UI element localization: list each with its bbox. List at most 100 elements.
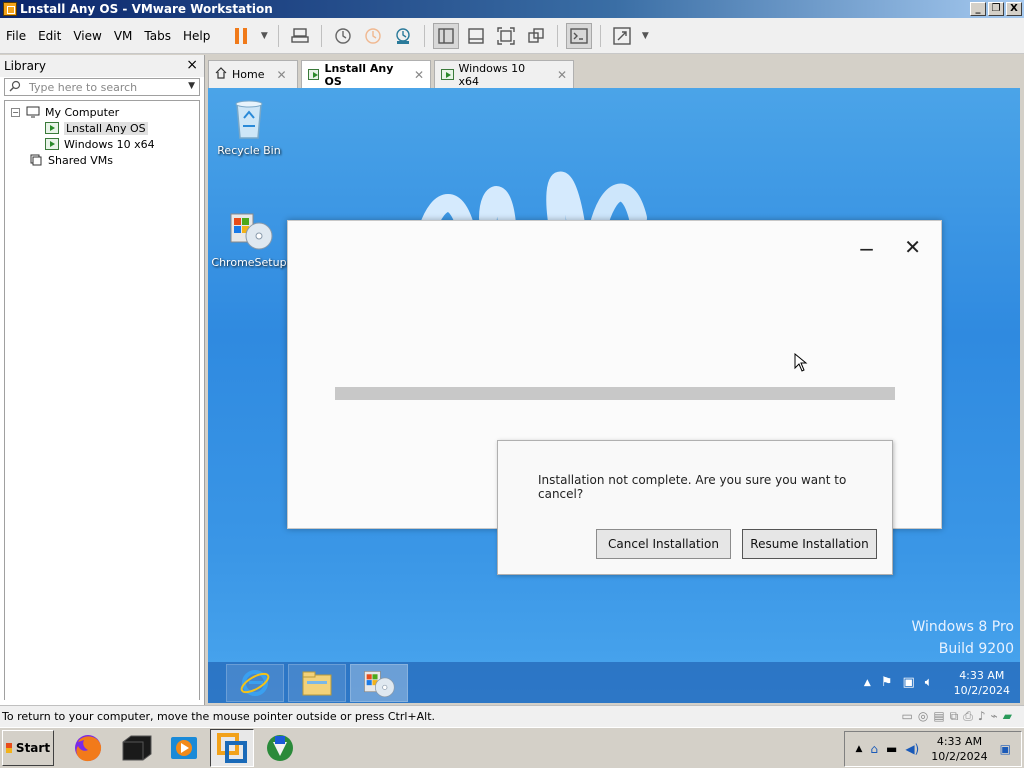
desktop-icon-chrome-setup[interactable]: ChromeSetup (209, 208, 289, 269)
host-taskbar: Start ▲ ⌂ ▬ ◀) 4:33 AM 10/2/2024 ▣ (0, 727, 1024, 768)
status-text: To return to your computer, move the mou… (2, 710, 436, 723)
console-view-icon[interactable] (566, 22, 593, 49)
tab-home[interactable]: Home ✕ (208, 60, 298, 88)
chevron-down-icon[interactable]: ▼ (639, 23, 651, 49)
volume-icon[interactable]: ◀) (905, 742, 919, 756)
usb-icon[interactable]: ⌁ (991, 709, 998, 724)
unity-icon[interactable] (523, 23, 549, 49)
start-label: Start (15, 741, 51, 755)
menu-vm[interactable]: VM (108, 29, 139, 43)
watermark-build: Build 9200 (938, 641, 1014, 657)
computer-icon (26, 106, 40, 118)
window-controls: _ ❐ X (970, 2, 1022, 16)
guest-date: 10/2/2024 (953, 683, 1010, 697)
installer-window: − ✕ Installation not complete. Are you s… (287, 220, 942, 575)
tree-label: Lnstall Any OS (64, 121, 148, 135)
thumbnail-bar-icon[interactable] (463, 23, 489, 49)
printer-icon[interactable]: ⎙ (963, 709, 973, 724)
device-status-icons: ▭ ◎ ▤ ⧉ ⎙ ♪ ⌁ ▰ (902, 709, 1013, 724)
tab-label: Windows 10 x64 (458, 61, 526, 88)
tab-install-any-os[interactable]: Lnstall Any OS ✕ (301, 60, 431, 88)
terminal-icon[interactable] (114, 729, 158, 767)
send-ctrl-alt-del-icon[interactable] (287, 23, 313, 49)
close-button[interactable]: X (1006, 2, 1022, 16)
library-panel: Library × Type here to search ▼ − My Com… (0, 55, 205, 705)
installer-taskbar-icon[interactable] (350, 663, 408, 702)
pause-icon[interactable] (228, 23, 254, 49)
show-desktop-icon[interactable]: ▣ (1000, 742, 1011, 756)
tree-item-shared-vms[interactable]: Shared VMs (5, 152, 199, 168)
collapse-icon[interactable]: − (11, 107, 20, 117)
vm-display[interactable]: Recycle Bin ChromeSetup − ✕ Installation… (208, 88, 1020, 703)
show-library-icon[interactable] (433, 22, 460, 49)
close-tab-icon[interactable]: ✕ (557, 68, 567, 82)
action-center-flag-icon[interactable]: ⚑ (881, 675, 893, 690)
chevron-down-icon[interactable]: ▼ (188, 81, 195, 91)
recycle-bin-icon (229, 96, 269, 140)
tree-label: Shared VMs (48, 153, 113, 167)
network-status-icon[interactable]: ⌂ (870, 742, 878, 756)
revert-snapshot-icon[interactable] (360, 23, 386, 49)
close-tab-icon[interactable]: ✕ (276, 68, 286, 82)
stretch-guest-icon[interactable] (609, 23, 635, 49)
start-button[interactable]: Start (2, 730, 54, 766)
tree-item-my-computer[interactable]: − My Computer (5, 104, 199, 120)
windows-flag-icon (5, 743, 12, 753)
media-player-icon[interactable] (162, 729, 206, 767)
vm-icon (308, 69, 320, 80)
status-bar: To return to your computer, move the mou… (0, 705, 1024, 727)
vm-icon (441, 69, 454, 80)
library-tree: − My Computer Lnstall Any OS Windows 10 … (4, 100, 200, 700)
hard-disk-icon[interactable]: ▭ (902, 709, 913, 724)
search-icon (9, 80, 21, 95)
cancel-installation-button[interactable]: Cancel Installation (596, 529, 731, 559)
snapshot-icon[interactable] (330, 23, 356, 49)
floppy-icon[interactable]: ▤ (933, 709, 944, 724)
chevron-down-icon[interactable]: ▼ (258, 23, 270, 49)
minimize-button[interactable]: _ (970, 2, 986, 16)
guest-time: 4:33 AM (959, 668, 1005, 682)
library-search-input[interactable]: Type here to search ▼ (4, 78, 200, 96)
desktop-icon-label: ChromeSetup (211, 256, 287, 269)
tab-bar: Home ✕ Lnstall Any OS ✕ Windows 10 x64 ✕ (208, 60, 577, 88)
restore-button[interactable]: ❐ (988, 2, 1004, 16)
progress-bar (335, 387, 895, 400)
desktop-icon-recycle-bin[interactable]: Recycle Bin (209, 96, 289, 157)
close-tab-icon[interactable]: ✕ (414, 68, 424, 82)
tree-item-vm[interactable]: Windows 10 x64 (5, 136, 199, 152)
tree-item-vm[interactable]: Lnstall Any OS (5, 120, 199, 136)
dialog-message: Installation not complete. Are you sure … (538, 473, 847, 501)
library-close-icon[interactable]: × (186, 57, 198, 73)
internet-explorer-icon[interactable] (226, 663, 284, 702)
menu-file[interactable]: File (0, 29, 32, 43)
snapshot-manager-icon[interactable] (390, 23, 416, 49)
tab-windows-10[interactable]: Windows 10 x64 ✕ (434, 60, 574, 88)
toolbar: ▼ ▼ (226, 22, 653, 49)
minimize-icon[interactable]: − (858, 237, 875, 261)
show-hidden-icons-icon[interactable]: ▲ (864, 678, 871, 688)
file-explorer-icon[interactable] (288, 663, 346, 702)
sound-card-icon[interactable]: ♪ (978, 709, 986, 724)
resume-installation-button[interactable]: Resume Installation (742, 529, 877, 559)
firefox-icon[interactable] (66, 729, 110, 767)
download-manager-icon[interactable] (258, 729, 302, 767)
cancel-confirm-dialog: Installation not complete. Are you sure … (497, 440, 893, 575)
cd-dvd-icon[interactable]: ◎ (918, 709, 928, 724)
menu-tabs[interactable]: Tabs (138, 29, 177, 43)
guest-clock[interactable]: 4:33 AM 10/2/2024 (954, 668, 1010, 698)
menu-view[interactable]: View (67, 29, 107, 43)
close-icon[interactable]: ✕ (904, 235, 921, 259)
network-adapter-icon[interactable]: ⧉ (950, 709, 959, 724)
host-system-tray: ▲ ⌂ ▬ ◀) 4:33 AM 10/2/2024 ▣ (844, 731, 1022, 767)
volume-icon[interactable]: 🔈︎ (925, 675, 933, 690)
display-icon[interactable]: ▬ (886, 742, 897, 756)
menu-edit[interactable]: Edit (32, 29, 67, 43)
network-icon[interactable]: ▣ (902, 675, 914, 690)
vmware-taskbar-icon[interactable] (210, 729, 254, 767)
host-time: 4:33 AM (936, 735, 983, 748)
menu-help[interactable]: Help (177, 29, 216, 43)
message-log-icon[interactable]: ▰ (1003, 709, 1012, 724)
host-clock[interactable]: 4:33 AM 10/2/2024 (931, 734, 987, 764)
full-screen-icon[interactable] (493, 23, 519, 49)
show-hidden-icons-icon[interactable]: ▲ (855, 744, 862, 754)
